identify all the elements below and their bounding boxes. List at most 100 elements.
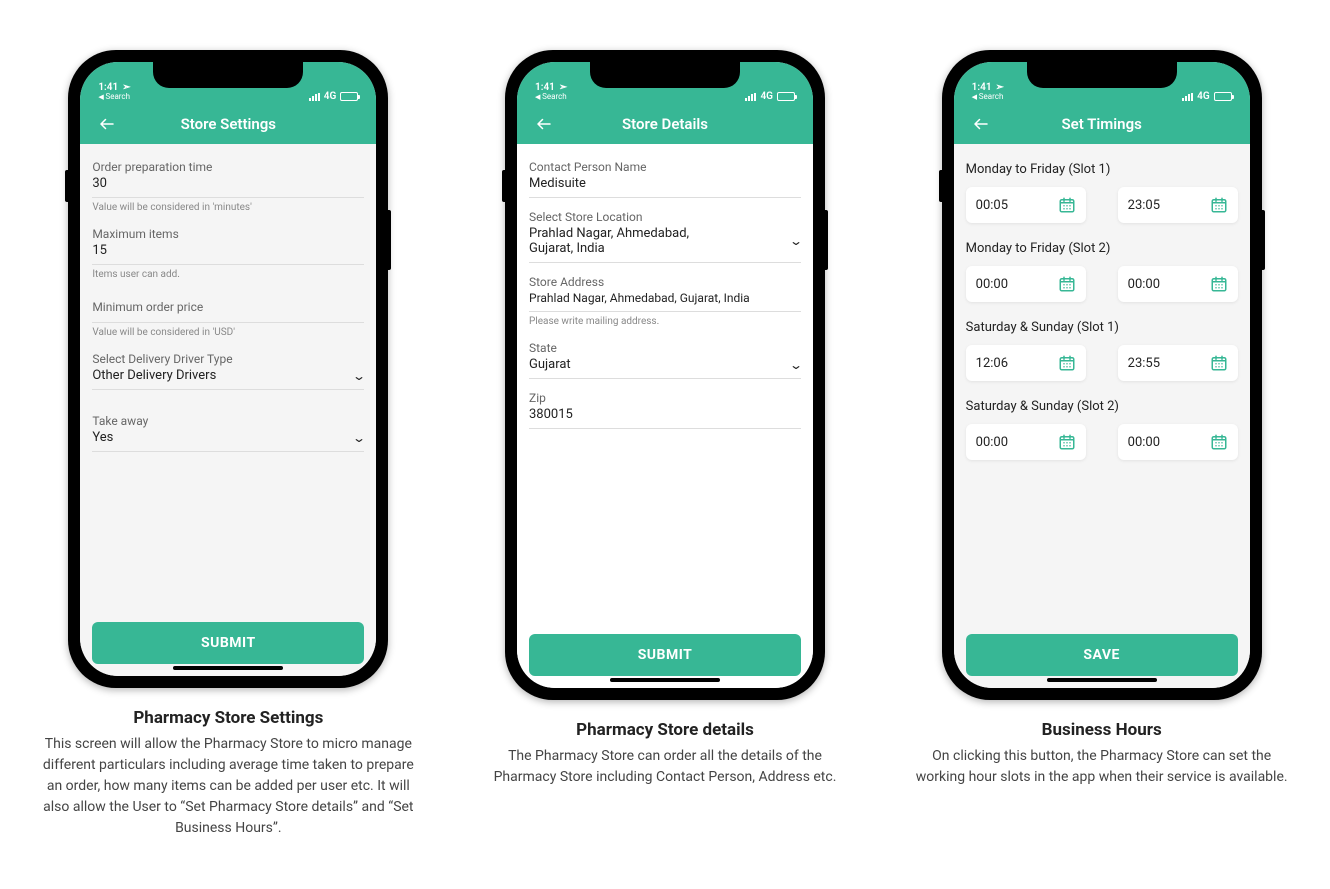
field-label: Zip bbox=[529, 391, 801, 405]
calendar-icon bbox=[1210, 433, 1228, 451]
store-location-field[interactable]: Select Store Location Prahlad Nagar, Ahm… bbox=[529, 204, 801, 263]
caption-desc: On clicking this button, the Pharmacy St… bbox=[913, 746, 1290, 788]
save-button[interactable]: SAVE bbox=[966, 634, 1238, 676]
signal-icon bbox=[309, 93, 320, 101]
field-label: Store Address bbox=[529, 275, 801, 289]
battery-icon bbox=[777, 92, 795, 101]
slot-2: Monday to Friday (Slot 2) 00:00 00:00 bbox=[966, 241, 1238, 302]
home-indicator[interactable] bbox=[1047, 678, 1157, 682]
prep-time-field[interactable]: Order preparation time 30 bbox=[92, 154, 364, 198]
field-value: Medisuite bbox=[529, 174, 801, 193]
time-to-input[interactable]: 00:00 bbox=[1118, 266, 1238, 302]
calendar-icon bbox=[1210, 354, 1228, 372]
calendar-icon bbox=[1058, 196, 1076, 214]
network-label: 4G bbox=[1197, 91, 1210, 102]
caption-desc: This screen will allow the Pharmacy Stor… bbox=[40, 734, 417, 839]
contact-name-field[interactable]: Contact Person Name Medisuite bbox=[529, 154, 801, 198]
chevron-down-icon: ⌄ bbox=[789, 358, 803, 372]
max-items-field[interactable]: Maximum items 15 bbox=[92, 221, 364, 265]
phone-set-timings: 1:41 ➣ Search 4G Set Timings bbox=[942, 50, 1262, 700]
field-value: Other Delivery Drivers bbox=[92, 366, 216, 385]
field-label: Maximum items bbox=[92, 227, 364, 241]
time-from-input[interactable]: 12:06 bbox=[966, 345, 1086, 381]
battery-icon bbox=[1214, 92, 1232, 101]
slot-label: Saturday & Sunday (Slot 1) bbox=[966, 320, 1238, 335]
time-from-input[interactable]: 00:00 bbox=[966, 424, 1086, 460]
calendar-icon bbox=[1058, 433, 1076, 451]
signal-icon bbox=[745, 93, 756, 101]
time-to-input[interactable]: 00:00 bbox=[1118, 424, 1238, 460]
time-value: 23:05 bbox=[1128, 198, 1160, 213]
time-from-input[interactable]: 00:00 bbox=[966, 266, 1086, 302]
app-header: Set Timings bbox=[954, 104, 1250, 144]
min-order-field[interactable]: Minimum order price bbox=[92, 294, 364, 323]
field-value: 380015 bbox=[529, 405, 801, 424]
network-label: 4G bbox=[324, 91, 337, 102]
status-search[interactable]: Search bbox=[98, 93, 130, 102]
battery-icon bbox=[340, 92, 358, 101]
submit-button[interactable]: SUBMIT bbox=[529, 634, 801, 676]
field-value: 30 bbox=[92, 174, 364, 193]
caption-title: Pharmacy Store details bbox=[477, 720, 854, 740]
slot-label: Monday to Friday (Slot 1) bbox=[966, 162, 1238, 177]
content-area: Order preparation time 30 Value will be … bbox=[80, 144, 376, 676]
field-value: 15 bbox=[92, 241, 364, 260]
time-value: 00:00 bbox=[1128, 435, 1160, 450]
slot-3: Saturday & Sunday (Slot 1) 12:06 23:55 bbox=[966, 320, 1238, 381]
time-value: 00:00 bbox=[976, 435, 1008, 450]
zip-field[interactable]: Zip 380015 bbox=[529, 385, 801, 429]
notch bbox=[153, 62, 303, 88]
calendar-icon bbox=[1058, 354, 1076, 372]
chevron-down-icon: ⌄ bbox=[352, 431, 366, 445]
notch bbox=[1027, 62, 1177, 88]
field-value: Prahlad Nagar, Ahmedabad, Gujarat, India bbox=[529, 224, 729, 258]
phone-store-details: 1:41 ➣ Search 4G Store Details bbox=[505, 50, 825, 700]
field-hint: Value will be considered in 'minutes' bbox=[92, 198, 364, 221]
field-value: Prahlad Nagar, Ahmedabad, Gujarat, India bbox=[529, 289, 801, 307]
field-label: Select Delivery Driver Type bbox=[92, 352, 364, 366]
slot-1: Monday to Friday (Slot 1) 00:05 23:05 bbox=[966, 162, 1238, 223]
field-hint: Items user can add. bbox=[92, 265, 364, 288]
slot-label: Saturday & Sunday (Slot 2) bbox=[966, 399, 1238, 414]
slot-4: Saturday & Sunday (Slot 2) 00:00 00:00 bbox=[966, 399, 1238, 460]
caption-title: Pharmacy Store Settings bbox=[40, 708, 417, 728]
page-title: Set Timings bbox=[966, 115, 1238, 133]
submit-button[interactable]: SUBMIT bbox=[92, 622, 364, 664]
time-value: 12:06 bbox=[976, 356, 1008, 371]
field-hint: Please write mailing address. bbox=[529, 312, 801, 335]
takeaway-field[interactable]: Take away Yes ⌄ bbox=[92, 408, 364, 452]
field-label: State bbox=[529, 341, 801, 355]
time-value: 23:55 bbox=[1128, 356, 1160, 371]
home-indicator[interactable] bbox=[610, 678, 720, 682]
calendar-icon bbox=[1210, 275, 1228, 293]
calendar-icon bbox=[1210, 196, 1228, 214]
signal-icon bbox=[1182, 93, 1193, 101]
caption-title: Business Hours bbox=[913, 720, 1290, 740]
time-value: 00:00 bbox=[1128, 277, 1160, 292]
time-to-input[interactable]: 23:05 bbox=[1118, 187, 1238, 223]
field-value bbox=[92, 314, 364, 318]
home-indicator[interactable] bbox=[173, 666, 283, 670]
chevron-down-icon: ⌄ bbox=[352, 369, 366, 383]
chevron-down-icon: ⌄ bbox=[789, 234, 803, 248]
notch bbox=[590, 62, 740, 88]
field-label: Select Store Location bbox=[529, 210, 801, 224]
field-hint: Value will be considered in 'USD' bbox=[92, 323, 364, 346]
state-field[interactable]: State Gujarat ⌄ bbox=[529, 335, 801, 379]
status-search[interactable]: Search bbox=[972, 93, 1004, 102]
time-from-input[interactable]: 00:05 bbox=[966, 187, 1086, 223]
app-header: Store Details bbox=[517, 104, 813, 144]
store-address-field[interactable]: Store Address Prahlad Nagar, Ahmedabad, … bbox=[529, 269, 801, 312]
field-value: Yes bbox=[92, 428, 113, 447]
page-title: Store Settings bbox=[92, 115, 364, 133]
driver-type-field[interactable]: Select Delivery Driver Type Other Delive… bbox=[92, 346, 364, 390]
time-to-input[interactable]: 23:55 bbox=[1118, 345, 1238, 381]
field-label: Contact Person Name bbox=[529, 160, 801, 174]
status-search[interactable]: Search bbox=[535, 93, 567, 102]
network-label: 4G bbox=[760, 91, 773, 102]
app-header: Store Settings bbox=[80, 104, 376, 144]
field-label: Order preparation time bbox=[92, 160, 364, 174]
phone-store-settings: 1:41 ➣ Search 4G Store Settings bbox=[68, 50, 388, 688]
field-value: Gujarat bbox=[529, 355, 571, 374]
slot-label: Monday to Friday (Slot 2) bbox=[966, 241, 1238, 256]
